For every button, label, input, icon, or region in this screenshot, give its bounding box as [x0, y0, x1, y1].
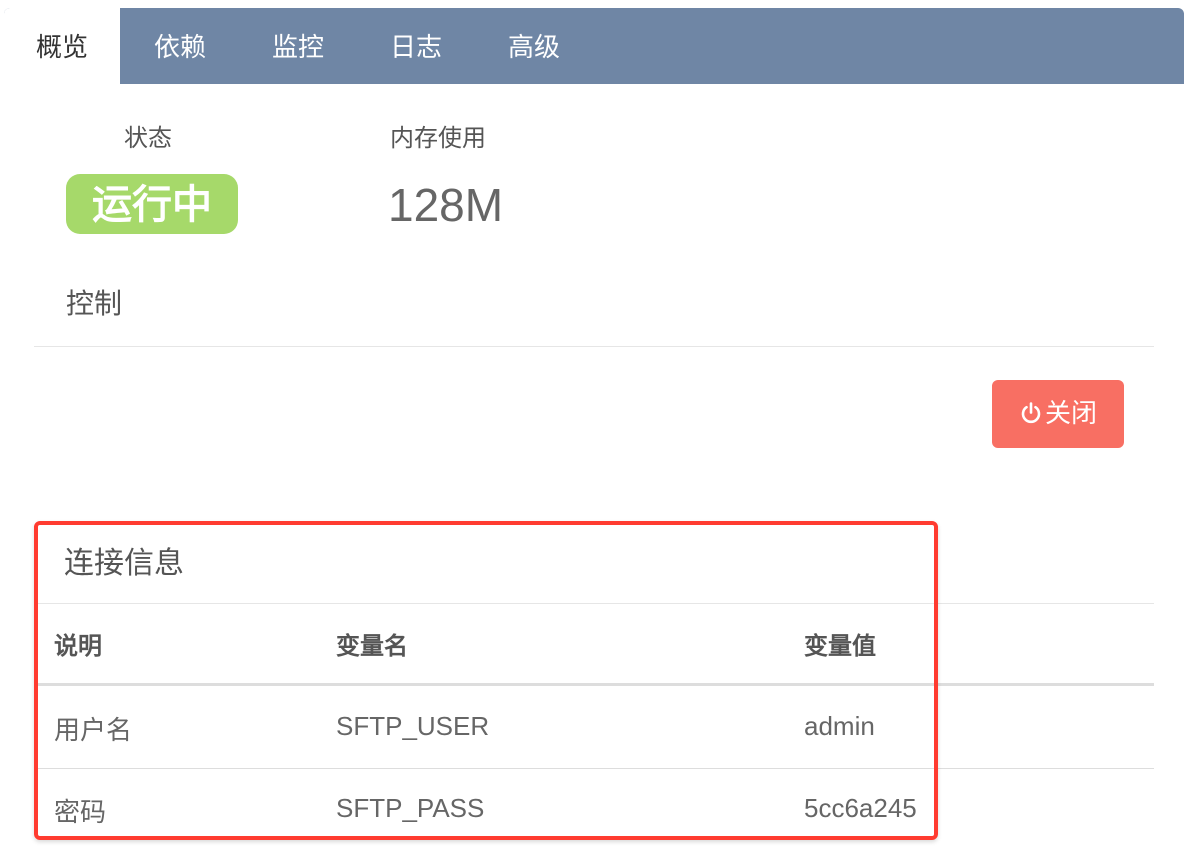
row-divider	[34, 768, 1154, 769]
column-header-description: 说明	[54, 632, 102, 660]
status-label: 状态	[124, 124, 172, 152]
column-header-variable-name: 变量名	[336, 632, 408, 660]
tab-monitoring[interactable]: 监控	[250, 8, 346, 84]
memory-value: 128M	[388, 179, 504, 231]
cell-description: 密码	[54, 798, 107, 828]
tab-logs[interactable]: 日志	[368, 8, 464, 84]
cell-description: 用户名	[54, 716, 133, 746]
status-badge: 运行中	[66, 174, 238, 234]
cell-variable-value: 5cc6a245	[804, 793, 917, 823]
memory-label: 内存使用	[390, 124, 486, 152]
column-header-variable-value: 变量值	[804, 632, 876, 660]
connection-title-divider	[34, 603, 1154, 604]
power-icon	[1021, 401, 1041, 423]
cell-variable-value: admin	[804, 711, 875, 741]
close-button-label: 关闭	[1044, 399, 1097, 429]
control-divider	[34, 346, 1154, 347]
cell-variable-name: SFTP_PASS	[336, 793, 485, 823]
tab-bar: 概览 依赖 监控 日志 高级	[4, 8, 1184, 84]
control-section-title: 控制	[66, 287, 123, 320]
connection-info-title: 连接信息	[64, 546, 184, 581]
tab-overview[interactable]: 概览	[4, 8, 120, 84]
table-header-divider	[34, 683, 1154, 686]
close-button[interactable]: 关闭	[992, 380, 1124, 448]
cell-variable-name: SFTP_USER	[336, 711, 490, 741]
tab-dependencies[interactable]: 依赖	[132, 8, 228, 84]
tab-advanced[interactable]: 高级	[486, 8, 582, 84]
